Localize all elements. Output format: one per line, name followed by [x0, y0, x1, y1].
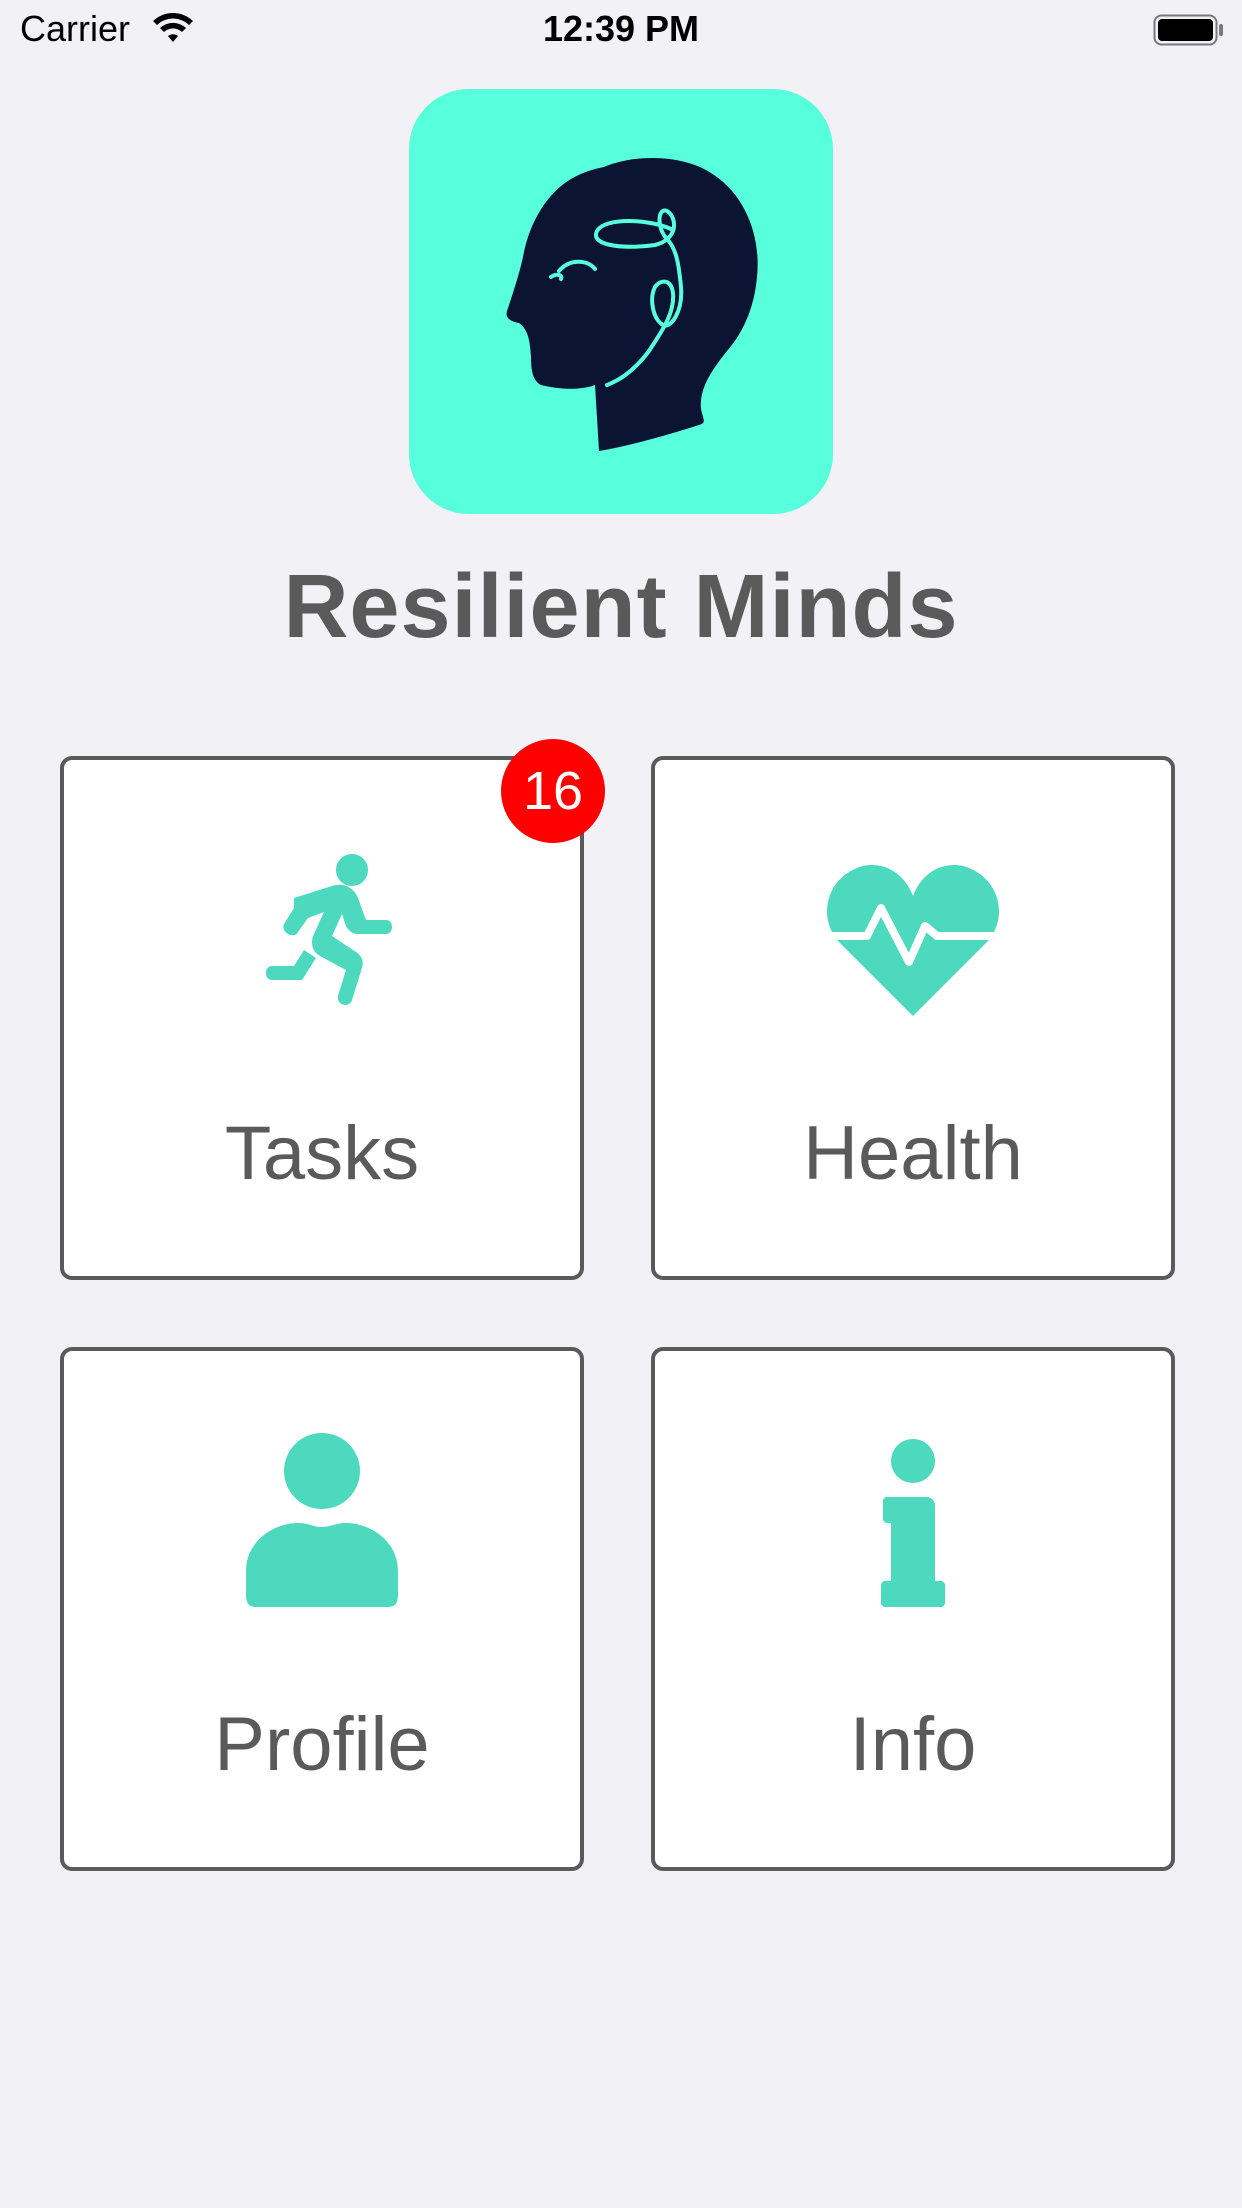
- info-tile[interactable]: Info: [651, 1347, 1175, 1871]
- tasks-label: Tasks: [224, 1111, 420, 1196]
- info-icon: [823, 1431, 1003, 1611]
- battery-icon: [1153, 14, 1225, 46]
- head-profile-logo: [506, 157, 758, 452]
- app-logo: [409, 89, 833, 514]
- status-bar: Carrier 12:39 PM: [0, 0, 1242, 62]
- health-label: Health: [803, 1111, 1023, 1196]
- tasks-tile[interactable]: Tasks: [60, 756, 584, 1280]
- profile-label: Profile: [214, 1702, 430, 1787]
- heart-pulse-icon: [823, 840, 1003, 1020]
- health-tile[interactable]: Health: [651, 756, 1175, 1280]
- tasks-badge: 16: [501, 739, 605, 843]
- info-label: Info: [849, 1702, 977, 1787]
- running-person-icon: [232, 840, 412, 1020]
- profile-tile[interactable]: Profile: [60, 1347, 584, 1871]
- person-icon: [232, 1431, 412, 1611]
- status-time: 12:39 PM: [542, 8, 700, 49]
- app-title: Resilient Minds: [283, 557, 959, 657]
